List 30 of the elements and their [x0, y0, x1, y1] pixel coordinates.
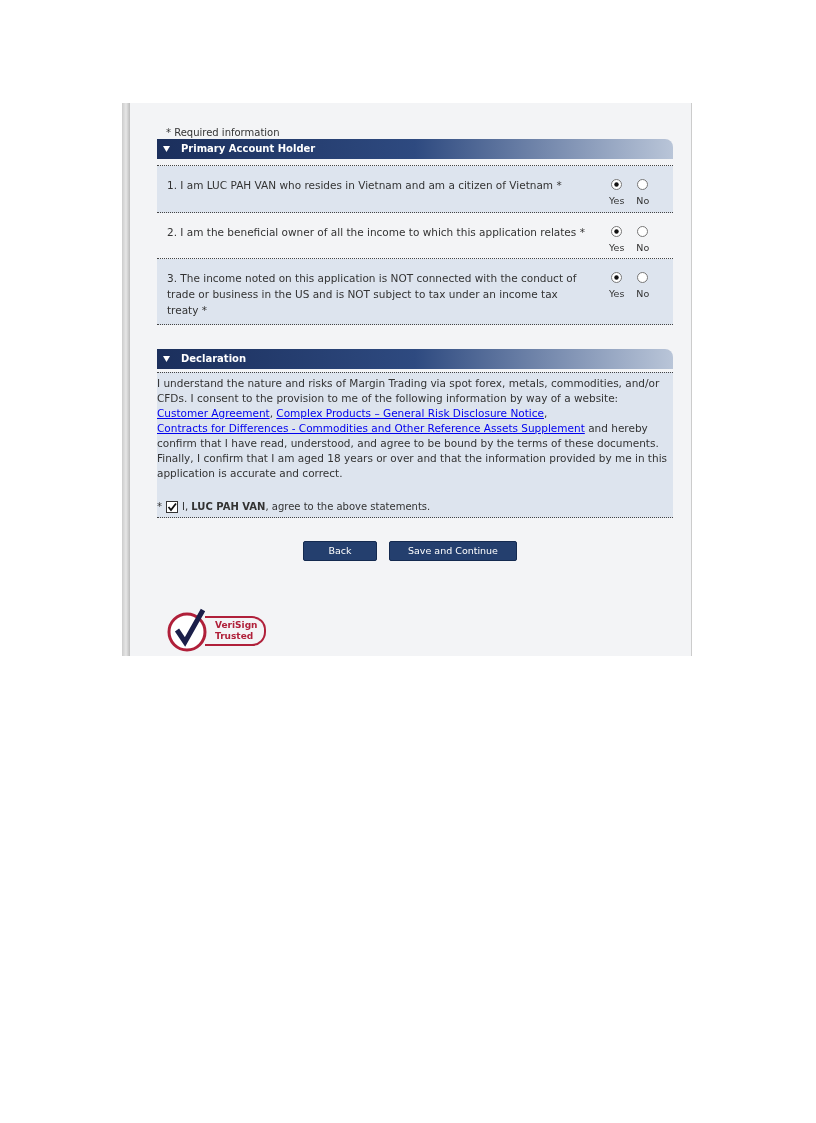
option-label: Yes — [609, 194, 625, 206]
form-button[interactable]: Back — [303, 540, 377, 561]
option-label: Yes — [609, 241, 625, 253]
declaration-text: I understand the nature and risks of Margin Trading via spot forex, metals, commodities, and/or CFDs. I consent to the provision to me of the following information by way of a website: Customer Agreement, Complex Products – General Risk Disclosure Notice, Contracts for Differences - Commodities and Other Reference Assets Supplement and hereby confirm that I have read, understood, and agree to be bound by the terms of these documents. Finally, I confirm that I am aged 18 years or over and that the information provided by me in this application is accurate and correct. — [157, 375, 669, 481]
question-text: 1. I am LUC PAH VAN who resides in Vietnam and am a citizen of Vietnam * — [167, 177, 563, 193]
section-header[interactable]: Primary Account Holder — [157, 139, 673, 159]
option-label: No — [636, 288, 650, 300]
option-label: Yes — [609, 288, 625, 300]
section-header[interactable]: Declaration — [157, 348, 673, 369]
document-link[interactable]: Contracts for Differences - Commodities and Other Reference Assets Supplement — [157, 421, 585, 434]
radio-button[interactable] — [637, 225, 649, 237]
form-button[interactable]: Save and Continue — [389, 540, 517, 561]
radio-button[interactable] — [611, 272, 623, 284]
radio-button[interactable] — [611, 178, 623, 190]
question-text: 3. The income noted on this application is NOT connected with the conduct of trade or business in the US and is NOT subject to tax under an income tax treaty * — [167, 271, 578, 319]
radio-button[interactable] — [637, 272, 649, 284]
document-link[interactable]: Customer Agreement — [157, 406, 270, 419]
checkbox[interactable] — [166, 500, 178, 513]
required-note: * Required information — [165, 127, 281, 139]
option-label: No — [636, 194, 650, 206]
agree-label: I, LUC PAH VAN, agree to the above statements. — [182, 501, 431, 512]
document-link[interactable]: Complex Products – General Risk Disclosure Notice — [276, 406, 544, 419]
collapse-triangle-icon — [162, 354, 171, 364]
collapse-triangle-icon — [162, 144, 171, 154]
required-marker: * — [157, 501, 162, 512]
option-label: No — [636, 241, 650, 253]
radio-button[interactable] — [611, 225, 623, 237]
trust-badge: VeriSign Trusted — [205, 615, 266, 646]
question-text: 2. I am the beneficial owner of all the income to which this application relates * — [167, 224, 586, 240]
radio-button[interactable] — [637, 178, 649, 190]
